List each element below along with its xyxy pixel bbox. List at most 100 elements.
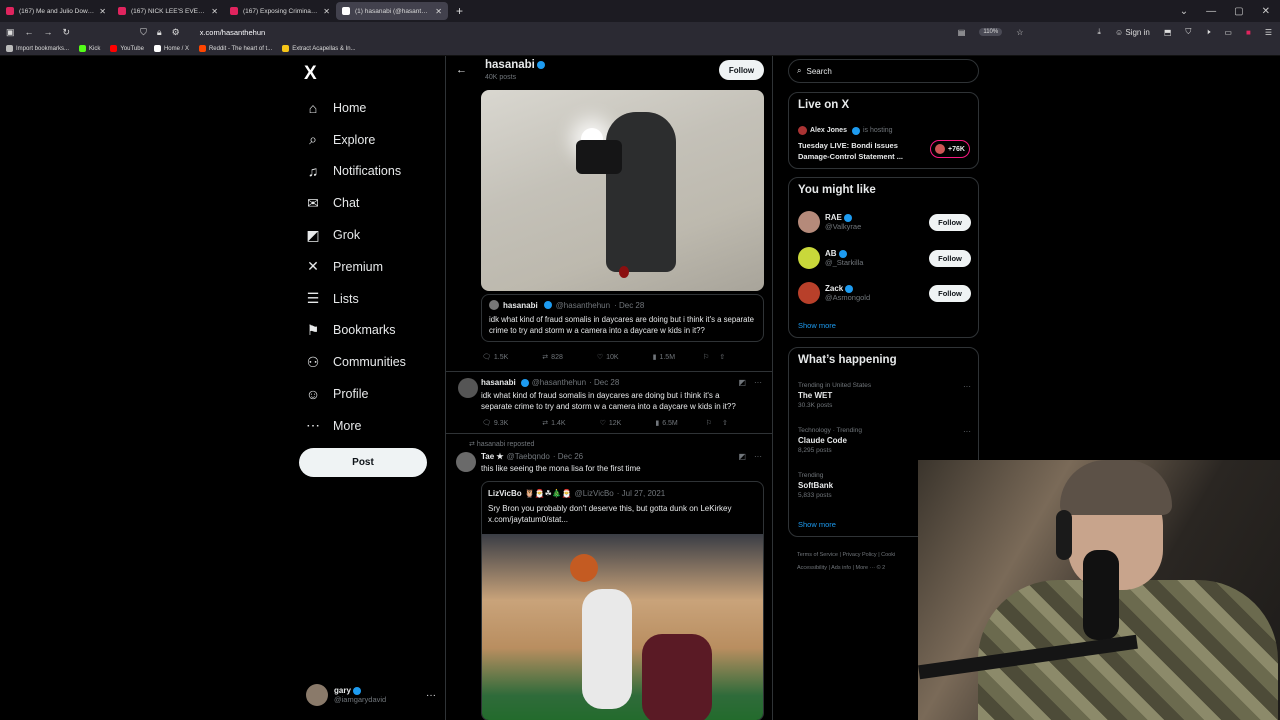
sidebar-item-explore[interactable]: ⌕ Explore [305, 124, 406, 156]
views-button[interactable]: ▮ 1.5M [653, 353, 675, 362]
browser-tab-active[interactable]: (1) hasanabi (@hasanthehun) /✕ [336, 2, 448, 20]
extension-icon[interactable]: ⬒ [1164, 28, 1172, 37]
user-suggestion[interactable]: RAE @Valkyrae Follow [798, 211, 971, 233]
zoom-level[interactable]: 110% [979, 28, 1003, 36]
close-window-icon[interactable]: ✕ [1262, 6, 1270, 17]
sidebar-item-bookmarks[interactable]: ⚑ Bookmarks [305, 315, 406, 347]
sidebar-item-notifications[interactable]: ♫ Notifications [305, 156, 406, 188]
tweet[interactable]: hasanabi @hasanthehun · Dec 28 ◩ ··· idk wh… [446, 371, 772, 434]
quote-link[interactable]: x.com/jaytatum0/stat... [488, 514, 758, 525]
tweet-image[interactable] [482, 534, 763, 720]
verified-badge-icon [543, 301, 552, 309]
tune-icon[interactable]: ⚙ [172, 27, 180, 38]
browser-tab[interactable]: (167) Me and Julio Down by th✕ [0, 0, 112, 22]
sidebar-item-lists[interactable]: ☰ Lists [305, 283, 406, 315]
more-icon[interactable]: ··· [963, 427, 971, 436]
x-logo-icon[interactable]: X [304, 63, 317, 85]
extension-icon[interactable]: ▭ [1224, 28, 1232, 37]
search-input[interactable] [806, 66, 957, 76]
repost-button[interactable]: ⇄ 828 [542, 353, 563, 362]
user-suggestion[interactable]: Zack @Asmongold Follow [798, 282, 971, 304]
signin-button[interactable]: ☺ Sign in [1115, 28, 1150, 37]
repost-button[interactable]: ⇄ 1.4K [542, 419, 565, 428]
back-arrow-icon[interactable]: ← [456, 64, 467, 76]
post-button[interactable]: Post [299, 448, 427, 477]
tweet-image[interactable] [481, 90, 764, 291]
avatar [798, 282, 820, 304]
follow-button[interactable]: Follow [719, 60, 764, 80]
bookmark-icon[interactable]: ⚐ [703, 353, 709, 361]
sidebar-item-premium[interactable]: ✕ Premium [305, 251, 406, 283]
bookmark-item[interactable]: Import bookmarks... [6, 45, 69, 52]
star-icon[interactable]: ☆ [1016, 28, 1023, 37]
bookmark-label: Extract Acapellas & In... [292, 45, 356, 52]
user-suggestion[interactable]: AB @_Starkilla Follow [798, 247, 971, 269]
reply-button[interactable]: 🗨︎ 9.3K [482, 419, 508, 428]
trend-item[interactable]: Trending in United States The WET 30.3K … [798, 382, 971, 409]
follow-button[interactable]: Follow [929, 249, 971, 267]
close-tab-icon[interactable]: ✕ [211, 7, 218, 16]
sidebar-item-chat[interactable]: ✉ Chat [305, 187, 406, 219]
close-tab-icon[interactable]: ✕ [99, 7, 106, 16]
share-icon[interactable]: ⇧ [719, 353, 725, 361]
sidebar-item-more[interactable]: ⋯ More [305, 410, 406, 442]
sidebar-item-home[interactable]: ⌂ Home [305, 92, 406, 124]
close-tab-icon[interactable]: ✕ [435, 7, 442, 16]
browser-tab[interactable]: (167) Exposing Criminals in Bel✕ [224, 0, 336, 22]
download-icon[interactable]: ⤓ [1097, 27, 1101, 37]
sidebar-toggle-icon[interactable]: ▣ [6, 27, 15, 38]
trend-item[interactable]: Technology · Trending Claude Code 8,295 … [798, 427, 971, 454]
share-icon[interactable]: ⇧ [722, 419, 728, 427]
shield-ext-icon[interactable]: ⛉ [1185, 27, 1191, 37]
forward-icon[interactable]: → [44, 27, 53, 37]
close-tab-icon[interactable]: ✕ [323, 7, 330, 16]
tab-list-icon[interactable]: ⌄ [1180, 6, 1188, 17]
sidebar-item-profile[interactable]: ☺ Profile [305, 378, 406, 410]
bookmark-item[interactable]: Reddit - The heart of t... [198, 45, 272, 52]
new-tab-button[interactable]: + [456, 4, 463, 18]
bookmark-item[interactable]: YouTube [110, 45, 144, 52]
more-icon[interactable]: ··· [963, 382, 971, 391]
menu-icon[interactable]: ☰ [1265, 28, 1272, 37]
browser-tab[interactable]: (167) NICK LEE'S EVENT SOON✕ [112, 0, 224, 22]
views-button[interactable]: ▮ 6.5M [655, 419, 677, 428]
bookmark-item[interactable]: Extract Acapellas & In... [282, 45, 356, 52]
more-icon[interactable]: ··· [426, 690, 436, 701]
like-button[interactable]: ♡ 10K [597, 353, 619, 362]
show-more-link[interactable]: Show more [798, 321, 836, 330]
sidebar-item-grok[interactable]: ◩ Grok [305, 219, 406, 251]
quoted-tweet[interactable]: LizVicBo 🦉🎅☘🎄🎅 @LizVicBo · Jul 27, 2021 Sry… [481, 481, 764, 720]
sidebar-item-communities[interactable]: ⚇ Communities [305, 346, 406, 378]
bookmark-item[interactable]: Kick [79, 45, 100, 52]
grok-icon[interactable]: ◩ [738, 452, 746, 461]
live-host[interactable]: Alex Jones is hosting [798, 126, 893, 135]
search-field[interactable]: ⌕ [788, 59, 979, 83]
mute-icon[interactable]: 🕨︎ [1205, 27, 1210, 37]
live-listener-count[interactable]: +76K [930, 140, 970, 158]
more-icon[interactable]: ··· [754, 378, 762, 387]
back-icon[interactable]: ← [25, 27, 34, 37]
reload-icon[interactable]: ↻ [63, 27, 71, 38]
reader-view-icon[interactable]: ▤ [958, 28, 966, 37]
account-switcher[interactable]: gary @iamgarydavid ··· [306, 684, 436, 706]
bookmark-item[interactable]: Home / X [153, 45, 189, 52]
show-more-link[interactable]: Show more [798, 520, 836, 529]
grok-icon[interactable]: ◩ [738, 378, 746, 387]
footer-line[interactable]: Terms of Service | Privacy Policy | Cook… [797, 549, 922, 562]
avatar [458, 378, 478, 398]
bookmark-icon[interactable]: ⚐ [706, 419, 712, 427]
url-bar[interactable]: x.com/hasanthehun [200, 28, 265, 37]
quoted-tweet[interactable]: hasanabi @hasanthehun · Dec 28 idk what ki… [481, 294, 764, 342]
more-icon[interactable]: ··· [754, 452, 762, 461]
account-badge-icon[interactable]: ■ [1246, 28, 1251, 37]
follow-button[interactable]: Follow [929, 284, 971, 302]
chart-icon: ▮ [655, 420, 660, 427]
reply-button[interactable]: 🗨︎ 1.5K [482, 353, 508, 362]
shield-icon[interactable]: ⛉ [140, 27, 147, 38]
follow-button[interactable]: Follow [929, 213, 971, 231]
footer-line[interactable]: Accessibility | Ads info | More ··· © 2 [797, 562, 922, 575]
minimize-icon[interactable]: — [1206, 6, 1216, 17]
like-button[interactable]: ♡ 12K [600, 419, 622, 428]
live-title[interactable]: Tuesday LIVE: Bondi Issues Damage-Contro… [798, 140, 920, 162]
maximize-icon[interactable]: ▢ [1234, 6, 1243, 17]
